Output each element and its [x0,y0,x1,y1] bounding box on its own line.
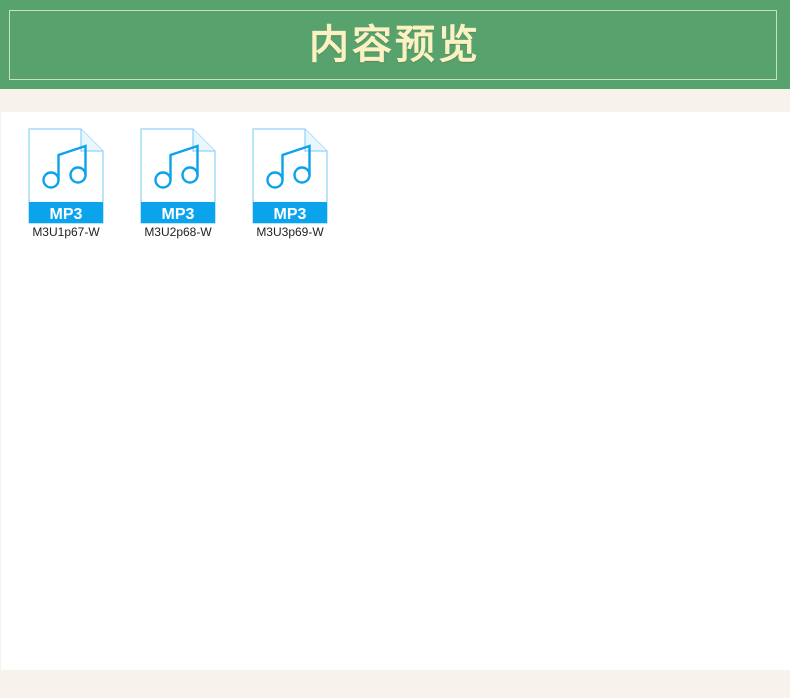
mp3-file-icon[interactable]: MP3 [28,128,104,224]
file-preview-panel: MP3 M3U1p67-W MP3 M3U2p68-W MP3 M3U3p69-… [1,112,790,670]
file-name[interactable]: M3U1p67-W [8,225,124,239]
file-type-label: MP3 [50,206,83,223]
header-banner: 内容预览 [0,0,790,89]
file-type-label: MP3 [274,206,307,223]
file-name[interactable]: M3U3p69-W [232,225,348,239]
file-type-label: MP3 [162,206,195,223]
page-title: 内容预览 [309,21,481,68]
file-name[interactable]: M3U2p68-W [120,225,236,239]
mp3-file-icon[interactable]: MP3 [252,128,328,224]
mp3-file-icon[interactable]: MP3 [140,128,216,224]
